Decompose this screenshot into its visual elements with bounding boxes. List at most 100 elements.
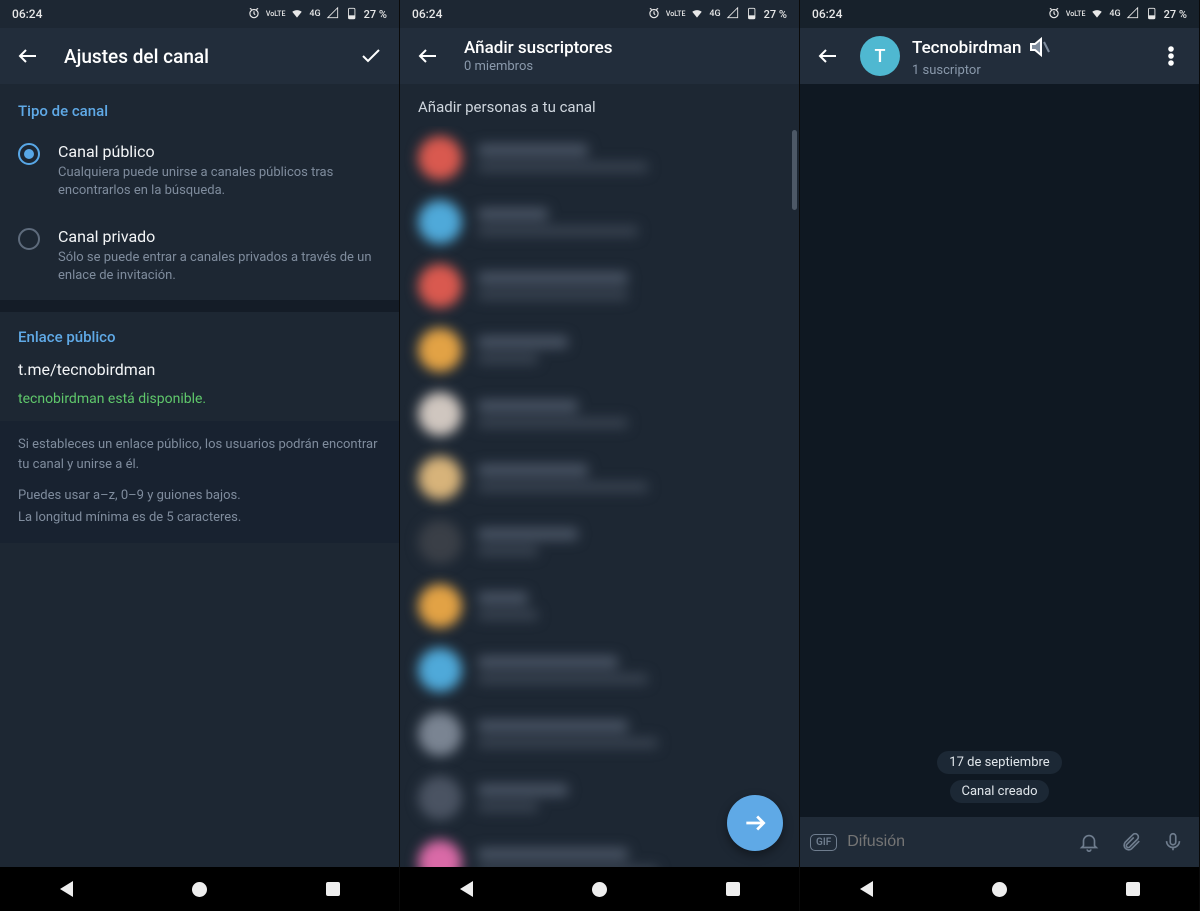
option-private-channel[interactable]: Canal privado Sólo se puede entrar a can… xyxy=(0,215,399,300)
channel-avatar[interactable]: T xyxy=(860,36,900,76)
voice-button[interactable] xyxy=(1157,831,1189,853)
volte-icon: VoLTE xyxy=(1066,11,1085,18)
radio-selected-icon xyxy=(18,143,40,165)
option-public-channel[interactable]: Canal público Cualquiera puede unirse a … xyxy=(0,130,399,215)
contact-row[interactable] xyxy=(400,446,793,510)
app-header: Ajustes del canal xyxy=(0,28,399,84)
paperclip-icon xyxy=(1120,831,1142,853)
contact-avatar xyxy=(418,520,462,564)
network-label: 4G xyxy=(309,9,320,19)
status-time: 06:24 xyxy=(412,7,442,21)
section-divider xyxy=(0,300,399,312)
compose-input[interactable] xyxy=(847,833,1063,851)
menu-button[interactable] xyxy=(1151,36,1191,76)
nav-home-button[interactable] xyxy=(192,882,207,897)
gif-button[interactable]: GIF xyxy=(810,834,837,851)
contact-row[interactable] xyxy=(400,382,793,446)
compose-bar: GIF xyxy=(800,817,1199,867)
contact-row[interactable] xyxy=(400,254,793,318)
contact-row[interactable] xyxy=(400,702,793,766)
nav-back-button[interactable] xyxy=(60,881,73,897)
section-public-link: Enlace público xyxy=(18,328,381,346)
nav-home-button[interactable] xyxy=(992,882,1007,897)
next-fab-button[interactable] xyxy=(727,795,783,851)
contact-avatar xyxy=(418,584,462,628)
battery-text: 27 % xyxy=(364,8,387,21)
members-count: 0 miembros xyxy=(464,59,791,74)
alarm-icon xyxy=(247,6,261,23)
nav-back-button[interactable] xyxy=(860,881,873,897)
radio-unselected-icon xyxy=(18,228,40,250)
contact-row[interactable] xyxy=(400,510,793,574)
silent-button[interactable] xyxy=(1073,831,1105,853)
nav-recents-button[interactable] xyxy=(326,882,340,896)
contact-row[interactable] xyxy=(400,126,793,190)
hint-line-3: La longitud mínima es de 5 caracteres. xyxy=(18,508,381,528)
confirm-button[interactable] xyxy=(351,36,391,76)
status-time: 06:24 xyxy=(12,7,42,21)
contact-avatar xyxy=(418,776,462,820)
nav-back-button[interactable] xyxy=(460,881,473,897)
battery-icon xyxy=(1145,6,1159,23)
arrow-left-icon xyxy=(816,44,840,68)
contact-status-redacted xyxy=(478,418,628,428)
volte-icon: VoLTE xyxy=(666,11,685,18)
network-label: 4G xyxy=(1109,9,1120,19)
contact-avatar xyxy=(418,328,462,372)
app-header: T Tecnobirdman 1 suscriptor xyxy=(800,28,1199,84)
contact-avatar xyxy=(418,840,462,867)
battery-icon xyxy=(345,6,359,23)
contact-name-redacted xyxy=(478,784,568,796)
contact-status-redacted xyxy=(478,482,648,492)
contact-row[interactable] xyxy=(400,574,793,638)
signal-icon xyxy=(726,6,740,23)
chat-area[interactable]: 17 de septiembre Canal creado xyxy=(800,84,1199,817)
hint-line-2: Puedes usar a–z, 0–9 y guiones bajos. xyxy=(18,486,381,506)
signal-icon xyxy=(326,6,340,23)
contact-row[interactable] xyxy=(400,318,793,382)
option-public-desc: Cualquiera puede unirse a canales públic… xyxy=(58,164,381,199)
contact-status-redacted xyxy=(478,866,658,867)
nav-recents-button[interactable] xyxy=(1126,882,1140,896)
back-button[interactable] xyxy=(408,36,448,76)
bell-icon xyxy=(1078,831,1100,853)
contact-row[interactable] xyxy=(400,638,793,702)
contact-name-redacted xyxy=(478,592,528,604)
contact-status-redacted xyxy=(478,610,538,620)
nav-home-button[interactable] xyxy=(592,882,607,897)
wifi-icon xyxy=(690,6,704,23)
arrow-left-icon xyxy=(416,44,440,68)
contacts-list[interactable] xyxy=(400,126,799,867)
hint-line-1: Si estableces un enlace público, los usu… xyxy=(18,435,381,474)
contact-avatar xyxy=(418,136,462,180)
contact-name-redacted xyxy=(478,336,568,348)
arrow-right-icon xyxy=(742,810,768,836)
attach-button[interactable] xyxy=(1115,831,1147,853)
back-button[interactable] xyxy=(8,36,48,76)
contact-status-redacted xyxy=(478,546,538,556)
battery-icon xyxy=(745,6,759,23)
contact-status-redacted xyxy=(478,226,638,236)
contact-name-redacted xyxy=(478,144,588,156)
signal-icon xyxy=(1126,6,1140,23)
public-link-input[interactable]: t.me/tecnobirdman xyxy=(18,360,381,379)
contact-name-redacted xyxy=(478,848,628,860)
contact-name-redacted xyxy=(478,208,548,220)
channel-header[interactable]: Tecnobirdman 1 suscriptor xyxy=(912,35,1139,78)
subscriber-count: 1 suscriptor xyxy=(912,63,1139,78)
back-button[interactable] xyxy=(808,36,848,76)
alarm-icon xyxy=(647,6,661,23)
contact-status-redacted xyxy=(478,738,658,748)
nav-recents-button[interactable] xyxy=(726,882,740,896)
option-private-desc: Sólo se puede entrar a canales privados … xyxy=(58,249,381,284)
section-channel-type: Tipo de canal xyxy=(0,84,399,130)
status-time: 06:24 xyxy=(812,7,842,21)
contact-avatar xyxy=(418,712,462,756)
contact-row[interactable] xyxy=(400,190,793,254)
contact-avatar xyxy=(418,648,462,692)
mute-icon xyxy=(1027,35,1051,62)
wifi-icon xyxy=(290,6,304,23)
link-availability-status: tecnobirdman está disponible. xyxy=(18,391,381,407)
contact-status-redacted xyxy=(478,354,538,364)
battery-text: 27 % xyxy=(1164,8,1187,21)
